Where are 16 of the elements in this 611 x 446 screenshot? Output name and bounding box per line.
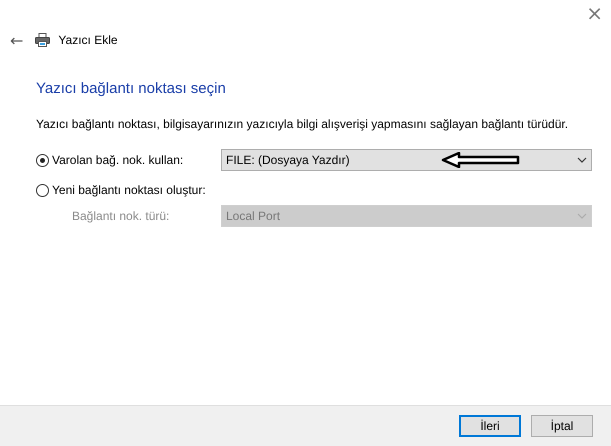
description-text: Yazıcı bağlantı noktası, bilgisayarınızın yazıcıyla bilgi alışverişi yapmasını sağlayan bağlantı türüdür. <box>36 117 570 131</box>
chevron-down-icon <box>577 213 587 219</box>
back-button[interactable]: ← <box>6 30 28 50</box>
page-heading: Yazıcı bağlantı noktası seçin <box>36 80 227 97</box>
radio-button[interactable] <box>36 154 49 166</box>
chevron-down-icon <box>577 157 587 163</box>
close-button[interactable]: × <box>578 0 611 26</box>
next-button[interactable]: İleri <box>459 415 521 437</box>
cancel-button[interactable]: İptal <box>531 415 593 437</box>
port-dropdown[interactable]: FILE: (Dosyaya Yazdır) <box>221 149 592 171</box>
printer-icon <box>35 33 50 47</box>
port-type-label: Bağlantı nok. türü: <box>71 209 170 223</box>
radio-label: Yeni bağlantı noktası oluştur: <box>52 183 206 197</box>
radio-button[interactable] <box>36 184 49 196</box>
radio-label: Varolan bağ. nok. kullan: <box>52 153 184 167</box>
window-title: Yazıcı Ekle <box>58 33 118 47</box>
